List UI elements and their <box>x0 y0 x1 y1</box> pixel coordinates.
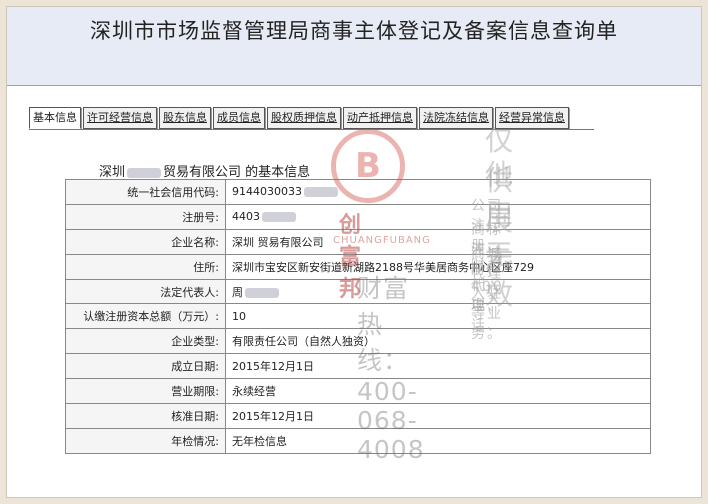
tab-member-info[interactable]: 成员信息 <box>213 107 265 129</box>
section-title-suffix: 贸易有限公司 的基本信息 <box>163 165 311 180</box>
basic-info-table: 统一社会信用代码: 9144030033 注册号: 4403 企业名称: 深圳 贸易有… <box>65 179 651 454</box>
tab-bar: 基本信息 许可经营信息 股东信息 成员信息 股权质押信息 动产抵押信息 法院冻结… <box>29 107 569 129</box>
row-label: 统一社会信用代码: <box>65 179 226 205</box>
row-value: 2015年12月1日 <box>225 353 651 380</box>
table-row: 法定代表人: 周 <box>65 278 651 305</box>
section-title-prefix: 深圳 <box>99 165 126 180</box>
tab-basic-info[interactable]: 基本信息 <box>29 107 81 129</box>
tab-court-freeze-info[interactable]: 法院冻结信息 <box>419 107 493 129</box>
table-row: 企业类型: 有限责任公司（自然人独资） <box>65 328 651 355</box>
row-value: 有限责任公司（自然人独资） <box>225 328 651 355</box>
row-label: 核准日期: <box>65 403 226 429</box>
table-row: 统一社会信用代码: 9144030033 <box>65 179 651 205</box>
document-frame: 深圳市市场监督管理局商事主体登记及备案信息查询单 基本信息 许可经营信息 股东信… <box>6 6 702 498</box>
tab-equity-pledge-info[interactable]: 股权质押信息 <box>267 107 341 129</box>
row-label: 企业名称: <box>65 228 226 255</box>
page-title: 深圳市市场监督管理局商事主体登记及备案信息查询单 <box>90 19 618 43</box>
row-value: 深圳市宝安区新安街道新湖路2188号华美居商务中心区座729 <box>225 253 651 280</box>
tabs-divider <box>29 129 594 130</box>
row-value: 深圳 贸易有限公司 <box>225 228 651 255</box>
redaction-mask <box>262 212 296 223</box>
tab-abnormal-operation-info[interactable]: 经营异常信息 <box>495 107 569 129</box>
section-title: 深圳 贸易有限公司 的基本信息 <box>99 161 310 180</box>
row-label: 注册号: <box>65 203 226 230</box>
row-label: 营业期限: <box>65 378 226 405</box>
row-label: 成立日期: <box>65 353 226 380</box>
table-row: 住所: 深圳市宝安区新安街道新湖路2188号华美居商务中心区座729 <box>65 253 651 280</box>
table-row: 年检情况: 无年检信息 <box>65 427 651 454</box>
tab-license-info[interactable]: 许可经营信息 <box>83 107 157 129</box>
redaction-mask <box>304 187 338 198</box>
row-value: 4403 <box>225 203 651 230</box>
table-row: 核准日期: 2015年12月1日 <box>65 403 651 429</box>
row-value: 无年检信息 <box>225 427 651 454</box>
header-band: 深圳市市场监督管理局商事主体登记及备案信息查询单 <box>7 7 701 86</box>
redaction-mask <box>245 287 279 298</box>
table-row: 注册号: 4403 <box>65 203 651 230</box>
table-row: 成立日期: 2015年12月1日 <box>65 353 651 380</box>
row-value: 周 <box>225 278 651 305</box>
row-value: 2015年12月1日 <box>225 403 651 429</box>
row-label: 认缴注册资本总额（万元）: <box>65 303 226 330</box>
row-label: 企业类型: <box>65 328 226 355</box>
table-row: 认缴注册资本总额（万元）: 10 <box>65 303 651 330</box>
table-row: 企业名称: 深圳 贸易有限公司 <box>65 228 651 255</box>
table-row: 营业期限: 永续经营 <box>65 378 651 405</box>
row-value: 永续经营 <box>225 378 651 405</box>
row-label: 年检情况: <box>65 427 226 454</box>
row-value: 9144030033 <box>225 179 651 205</box>
tab-shareholder-info[interactable]: 股东信息 <box>159 107 211 129</box>
row-value: 10 <box>225 303 651 330</box>
row-label: 住所: <box>65 253 226 280</box>
redaction-mask <box>127 167 162 178</box>
row-label: 法定代表人: <box>65 278 226 305</box>
tab-chattel-mortgage-info[interactable]: 动产抵押信息 <box>343 107 417 129</box>
